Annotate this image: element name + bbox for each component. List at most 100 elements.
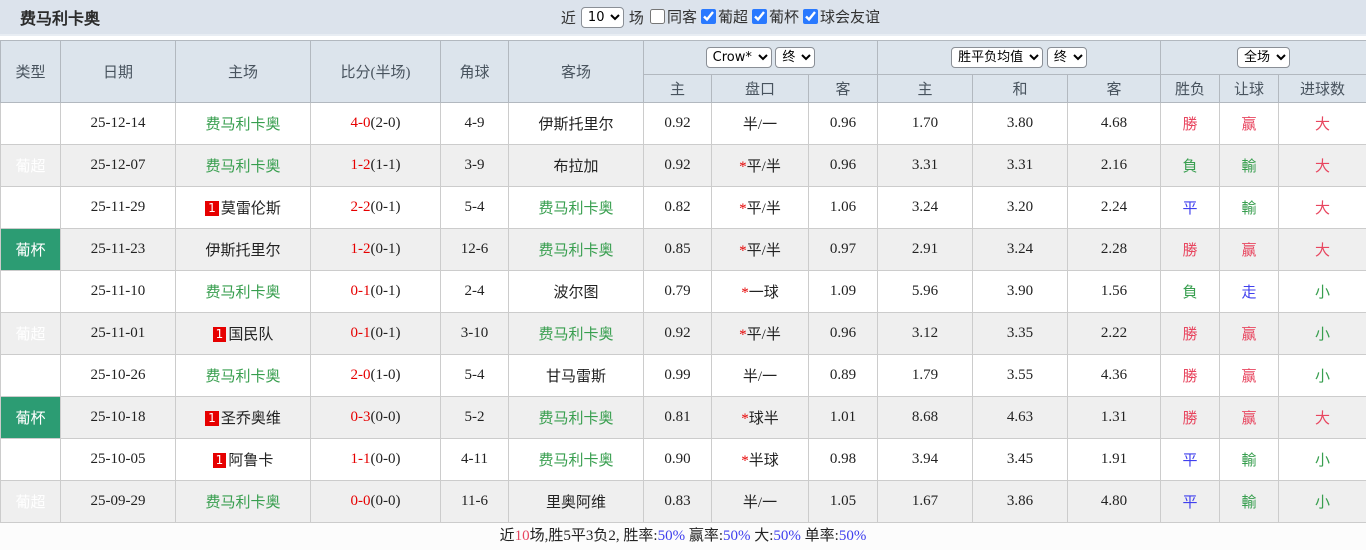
half-score: (2-0) xyxy=(371,115,401,131)
away-odds-cell: 0.97 xyxy=(809,229,878,271)
col-header-odds-home: 主 xyxy=(644,75,712,103)
team-name: 波尔图 xyxy=(553,285,598,301)
result-handicap-cell: 赢 xyxy=(1220,229,1279,271)
team-name: 伊斯托里尔 xyxy=(538,117,613,133)
half-score: (1-0) xyxy=(371,367,401,383)
team-name: 费马利卡奥 xyxy=(538,327,613,343)
league-type-cell: 葡超 xyxy=(1,187,61,229)
home-team-cell[interactable]: 费马利卡奥 xyxy=(176,481,311,523)
handicap-star: * xyxy=(739,327,747,343)
home-team-cell[interactable]: 费马利卡奥 xyxy=(176,145,311,187)
filter-葡超[interactable]: 葡超 xyxy=(701,6,748,27)
away-team-cell[interactable]: 甘马雷斯 xyxy=(509,355,644,397)
result-wdl-cell: 負 xyxy=(1161,271,1220,313)
avg-draw-cell: 3.45 xyxy=(973,439,1068,481)
table-row: 葡杯25-10-181圣乔奥维0-3(0-0)5-2费马利卡奥0.81*球半1.… xyxy=(1,397,1366,439)
filter-球会友谊[interactable]: 球会友谊 xyxy=(803,6,880,27)
home-team-cell[interactable]: 1圣乔奥维 xyxy=(176,397,311,439)
handicap-star: * xyxy=(739,201,747,217)
away-team-cell[interactable]: 费马利卡奥 xyxy=(509,439,644,481)
handicap-star: * xyxy=(739,159,747,175)
filter-controls: 近 10 场 同客葡超葡杯球会友谊 xyxy=(561,6,880,29)
col-header-date: 日期 xyxy=(61,41,176,103)
home-team-cell[interactable]: 费马利卡奥 xyxy=(176,355,311,397)
away-team-cell[interactable]: 布拉加 xyxy=(509,145,644,187)
team-name: 费马利卡奥 xyxy=(538,411,613,427)
away-team-cell[interactable]: 费马利卡奥 xyxy=(509,229,644,271)
avg-away-cell: 1.56 xyxy=(1068,271,1161,313)
full-score: 1-2 xyxy=(351,241,371,257)
home-odds-cell: 0.82 xyxy=(644,187,712,229)
avg-home-cell: 1.70 xyxy=(878,103,973,145)
home-team-cell[interactable]: 费马利卡奥 xyxy=(176,271,311,313)
team-name: 费马利卡奥 xyxy=(205,369,280,385)
league-type-cell: 葡超 xyxy=(1,103,61,145)
handicap-cell: *球半 xyxy=(712,397,809,439)
avg-draw-cell: 3.90 xyxy=(973,271,1068,313)
team-name: 阿鲁卡 xyxy=(228,453,273,469)
team-name: 费马利卡奥 xyxy=(538,201,613,217)
col-header-result-goals: 进球数 xyxy=(1279,75,1366,103)
result-wdl-cell: 勝 xyxy=(1161,313,1220,355)
filter-checkbox[interactable] xyxy=(650,9,665,24)
col-header-avg-home: 主 xyxy=(878,75,973,103)
table-row: 葡超25-12-07费马利卡奥1-2(1-1)3-9布拉加0.92*平/半0.9… xyxy=(1,145,1366,187)
avg-draw-cell: 4.63 xyxy=(973,397,1068,439)
date-cell: 25-10-18 xyxy=(61,397,176,439)
avg-draw-cell: 3.35 xyxy=(973,313,1068,355)
odds-time-select[interactable]: 终 xyxy=(775,47,815,68)
avg-time-select[interactable]: 终 xyxy=(1047,47,1087,68)
away-team-cell[interactable]: 波尔图 xyxy=(509,271,644,313)
filter-同客[interactable]: 同客 xyxy=(650,6,697,27)
home-team-cell[interactable]: 伊斯托里尔 xyxy=(176,229,311,271)
result-scope-select[interactable]: 全场 xyxy=(1237,47,1290,68)
rank-badge: 1 xyxy=(213,327,227,342)
full-score: 0-1 xyxy=(351,283,371,299)
away-odds-cell: 0.96 xyxy=(809,313,878,355)
home-team-cell[interactable]: 费马利卡奥 xyxy=(176,103,311,145)
corners-cell: 2-4 xyxy=(441,271,509,313)
away-team-cell[interactable]: 伊斯托里尔 xyxy=(509,103,644,145)
home-team-cell[interactable]: 1国民队 xyxy=(176,313,311,355)
half-score: (0-1) xyxy=(371,283,401,299)
result-goals-cell: 小 xyxy=(1279,481,1366,523)
date-cell: 25-12-14 xyxy=(61,103,176,145)
away-team-cell[interactable]: 费马利卡奥 xyxy=(509,313,644,355)
result-goals-cell: 大 xyxy=(1279,145,1366,187)
away-team-cell[interactable]: 费马利卡奥 xyxy=(509,397,644,439)
score-cell: 1-2(0-1) xyxy=(311,229,441,271)
league-type-cell: 葡杯 xyxy=(1,229,61,271)
team-name: 布拉加 xyxy=(553,159,598,175)
table-row: 葡超25-10-26费马利卡奥2-0(1-0)5-4甘马雷斯0.99半/一0.8… xyxy=(1,355,1366,397)
handicap-cell: 半/一 xyxy=(712,355,809,397)
home-team-cell[interactable]: 1莫雷伦斯 xyxy=(176,187,311,229)
filter-checkbox[interactable] xyxy=(701,9,716,24)
handicap-cell: 半/一 xyxy=(712,103,809,145)
score-cell: 0-0(0-0) xyxy=(311,481,441,523)
away-team-cell[interactable]: 费马利卡奥 xyxy=(509,187,644,229)
home-team-cell[interactable]: 1阿鲁卡 xyxy=(176,439,311,481)
odds-company-select[interactable]: Crow* xyxy=(706,47,772,68)
recent-count-select[interactable]: 10 xyxy=(581,7,624,28)
filter-葡杯[interactable]: 葡杯 xyxy=(752,6,799,27)
handicap-text: 半/一 xyxy=(743,495,777,511)
team-name: 伊斯托里尔 xyxy=(205,243,280,259)
handicap-text: 平/半 xyxy=(747,243,781,259)
full-score: 4-0 xyxy=(351,115,371,131)
avg-away-cell: 4.36 xyxy=(1068,355,1161,397)
handicap-cell: 半/一 xyxy=(712,481,809,523)
avg-type-select[interactable]: 胜平负均值 xyxy=(951,47,1043,68)
filter-checkbox[interactable] xyxy=(752,9,767,24)
result-goals-cell: 大 xyxy=(1279,103,1366,145)
half-score: (0-0) xyxy=(371,451,401,467)
handicap-text: 半球 xyxy=(749,453,779,469)
page-title: 费马利卡奥 xyxy=(0,5,100,29)
away-team-cell[interactable]: 里奥阿维 xyxy=(509,481,644,523)
avg-away-cell: 2.22 xyxy=(1068,313,1161,355)
filter-checkbox[interactable] xyxy=(803,9,818,24)
league-type-cell: 葡超 xyxy=(1,271,61,313)
summary-part: 50% xyxy=(773,528,801,544)
team-name: 国民队 xyxy=(228,327,273,343)
score-cell: 0-3(0-0) xyxy=(311,397,441,439)
summary-part: 50% xyxy=(839,528,867,544)
